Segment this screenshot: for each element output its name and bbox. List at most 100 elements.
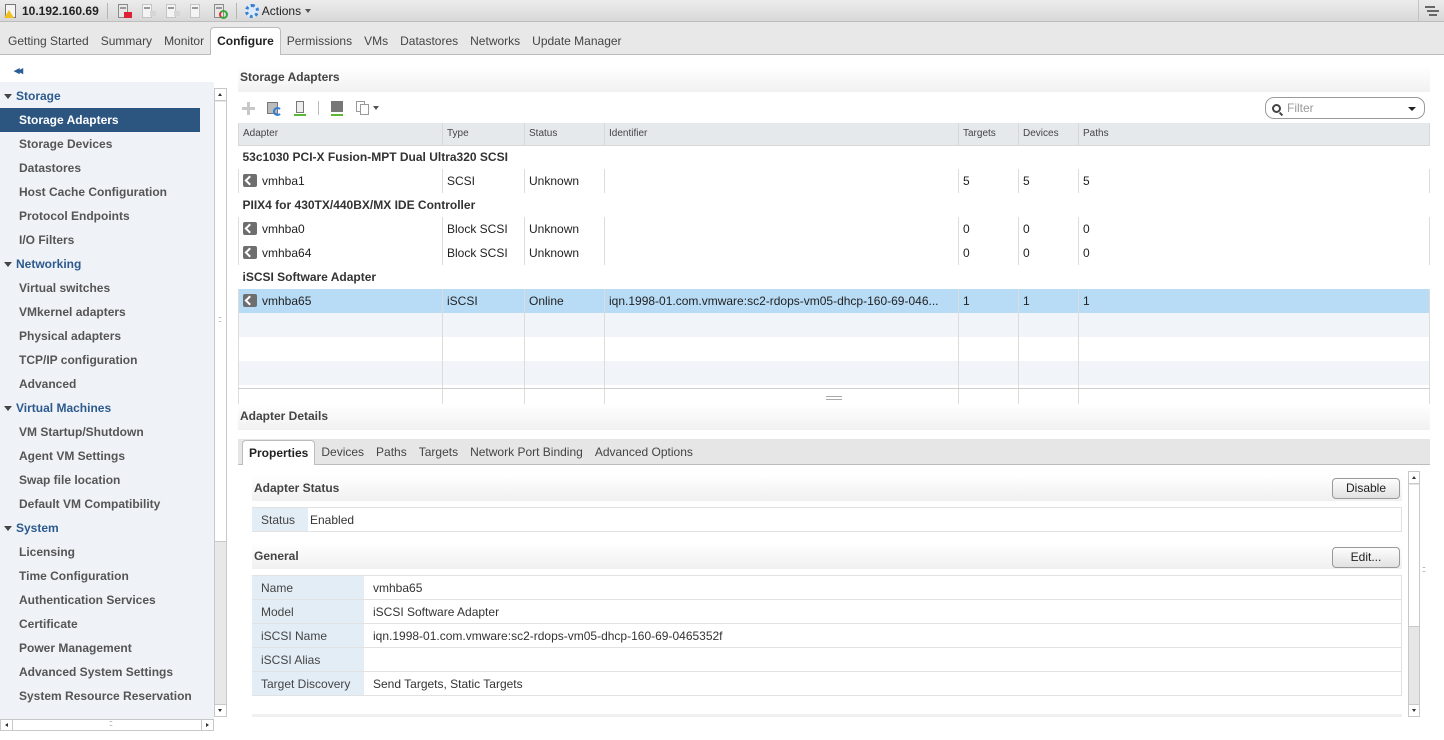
tab-monitor[interactable]: Monitor xyxy=(158,28,210,54)
chevron-down-icon[interactable] xyxy=(373,106,379,110)
nav-group-networking[interactable]: Networking xyxy=(0,252,200,276)
rescan-adapter-icon[interactable] xyxy=(329,100,345,116)
tab-datastores[interactable]: Datastores xyxy=(394,28,464,54)
edit-button[interactable]: Edit... xyxy=(1332,547,1400,568)
cell-devices: 0 xyxy=(1018,241,1079,265)
column-header-paths[interactable]: Paths xyxy=(1078,123,1430,146)
sidebar-item-agent-vm-settings[interactable]: Agent VM Settings xyxy=(0,444,200,468)
scroll-down-icon[interactable] xyxy=(1409,704,1419,716)
tab-networks[interactable]: Networks xyxy=(464,28,526,54)
column-header-adapter[interactable]: Adapter xyxy=(238,123,443,146)
tab-vms[interactable]: VMs xyxy=(358,28,394,54)
sidebar-item-protocol-endpoints[interactable]: Protocol Endpoints xyxy=(0,204,200,228)
resize-handle-icon[interactable]: :: xyxy=(218,314,222,324)
column-header-status[interactable]: Status xyxy=(524,123,605,146)
column-header-targets[interactable]: Targets xyxy=(958,123,1019,146)
sidebar-item-vm-startup-shutdown[interactable]: VM Startup/Shutdown xyxy=(0,420,200,444)
sidebar-item-power-management[interactable]: Power Management xyxy=(0,636,200,660)
empty-cell xyxy=(1078,337,1430,361)
adapter-group-row: iSCSI Software Adapter xyxy=(238,265,1430,289)
tab-configure[interactable]: Configure xyxy=(210,27,281,55)
nav-group-storage[interactable]: Storage xyxy=(0,84,200,108)
enter-maintenance-icon[interactable] xyxy=(116,3,132,19)
scroll-down-icon[interactable] xyxy=(215,704,226,716)
sidebar-item-default-vm-compatibility[interactable]: Default VM Compatibility xyxy=(0,492,200,516)
nav-group-virtual-machines[interactable]: Virtual Machines xyxy=(0,396,200,420)
scroll-left-icon[interactable] xyxy=(1,720,13,730)
sidebar-item-tcp-ip-configuration[interactable]: TCP/IP configuration xyxy=(0,348,200,372)
nav-scrollbar[interactable] xyxy=(214,88,227,717)
rescan-storage-icon[interactable] xyxy=(266,100,282,116)
sidebar-item-vmkernel-adapters[interactable]: VMkernel adapters xyxy=(0,300,200,324)
tab-summary[interactable]: Summary xyxy=(95,28,158,54)
chevron-down-icon xyxy=(305,8,312,13)
sidebar-item-host-cache-configuration[interactable]: Host Cache Configuration xyxy=(0,180,200,204)
sidebar-item-storage-adapters[interactable]: Storage Adapters xyxy=(0,108,200,132)
rescan-devices-icon[interactable] xyxy=(292,100,308,116)
panel-menu-icon[interactable] xyxy=(1418,0,1444,21)
sidebar-item-advanced-system-settings[interactable]: Advanced System Settings xyxy=(0,660,200,684)
tab-network-port-binding[interactable]: Network Port Binding xyxy=(464,440,589,464)
cell-status: Unknown xyxy=(524,217,605,241)
filter-input[interactable]: Filter xyxy=(1265,97,1425,119)
table-row[interactable]: vmhba64 Block SCSI Unknown 0 0 0 xyxy=(238,241,1430,265)
scroll-thumb[interactable] xyxy=(1409,485,1419,627)
column-header-devices[interactable]: Devices xyxy=(1018,123,1079,146)
sidebar-item-advanced[interactable]: Advanced xyxy=(0,372,200,396)
chevron-down-icon[interactable] xyxy=(1408,107,1416,111)
table-row[interactable]: vmhba0 Block SCSI Unknown 0 0 0 xyxy=(238,217,1430,241)
scroll-up-icon[interactable] xyxy=(1409,472,1419,484)
cell-paths: 1 xyxy=(1078,289,1430,313)
scroll-up-icon[interactable] xyxy=(215,89,226,101)
property-row: Status Enabled xyxy=(252,507,1402,532)
cell-adapter: vmhba64 xyxy=(238,241,443,265)
cell-type: iSCSI xyxy=(442,289,525,313)
collapse-nav-icon[interactable]: ◂◂ xyxy=(14,64,23,77)
grip-icon: :: xyxy=(109,718,113,728)
actions-menu-button[interactable]: Actions xyxy=(244,3,312,18)
sidebar-item-storage-devices[interactable]: Storage Devices xyxy=(0,132,200,156)
cell-identifier xyxy=(604,217,959,241)
empty-cell xyxy=(442,313,525,337)
column-header-identifier[interactable]: Identifier xyxy=(604,123,959,146)
export-icon[interactable] xyxy=(355,100,371,116)
pane-splitter-handle[interactable] xyxy=(826,396,842,402)
nav-horizontal-scrollbar[interactable]: :: xyxy=(0,718,214,731)
table-row[interactable]: vmhba65 iSCSI Online iqn.1998-01.com.vmware… xyxy=(238,289,1430,313)
power-on-host-icon[interactable] xyxy=(164,3,180,19)
storage-adapter-icon xyxy=(243,246,257,259)
tab-permissions[interactable]: Permissions xyxy=(281,28,358,54)
table-row[interactable]: vmhba1 SCSI Unknown 5 5 5 xyxy=(238,169,1430,193)
shutdown-host-icon[interactable] xyxy=(188,3,204,19)
disable-button[interactable]: Disable xyxy=(1332,478,1400,499)
tab-properties[interactable]: Properties xyxy=(242,440,316,465)
tab-getting-started[interactable]: Getting Started xyxy=(2,28,95,54)
tab-paths[interactable]: Paths xyxy=(370,440,413,464)
search-icon xyxy=(1272,103,1281,113)
sidebar-item-system-resource-reservation[interactable]: System Resource Reservation xyxy=(0,684,200,708)
tab-advanced-options[interactable]: Advanced Options xyxy=(589,440,699,464)
details-scrollbar[interactable] xyxy=(1408,471,1420,717)
sidebar-item-licensing[interactable]: Licensing xyxy=(0,540,200,564)
sidebar-item-certificate[interactable]: Certificate xyxy=(0,612,200,636)
sidebar-item-swap-file-location[interactable]: Swap file location xyxy=(0,468,200,492)
sidebar-item-datastores[interactable]: Datastores xyxy=(0,156,200,180)
empty-cell xyxy=(1018,361,1079,385)
property-key: Name xyxy=(252,575,364,600)
add-adapter-icon[interactable] xyxy=(240,100,256,116)
nav-group-system[interactable]: System xyxy=(0,516,200,540)
tab-devices[interactable]: Devices xyxy=(315,440,370,464)
tab-targets[interactable]: Targets xyxy=(413,440,464,464)
sidebar-item-i-o-filters[interactable]: I/O Filters xyxy=(0,228,200,252)
resize-handle-icon[interactable]: :: xyxy=(1422,564,1426,574)
storage-adapter-icon xyxy=(243,294,257,307)
exit-maintenance-icon[interactable] xyxy=(140,3,156,19)
scroll-right-icon[interactable] xyxy=(201,720,213,730)
column-header-type[interactable]: Type xyxy=(442,123,525,146)
tab-update-manager[interactable]: Update Manager xyxy=(526,28,627,54)
sidebar-item-time-configuration[interactable]: Time Configuration xyxy=(0,564,200,588)
reboot-host-icon[interactable] xyxy=(212,3,228,19)
sidebar-item-virtual-switches[interactable]: Virtual switches xyxy=(0,276,200,300)
sidebar-item-authentication-services[interactable]: Authentication Services xyxy=(0,588,200,612)
sidebar-item-physical-adapters[interactable]: Physical adapters xyxy=(0,324,200,348)
